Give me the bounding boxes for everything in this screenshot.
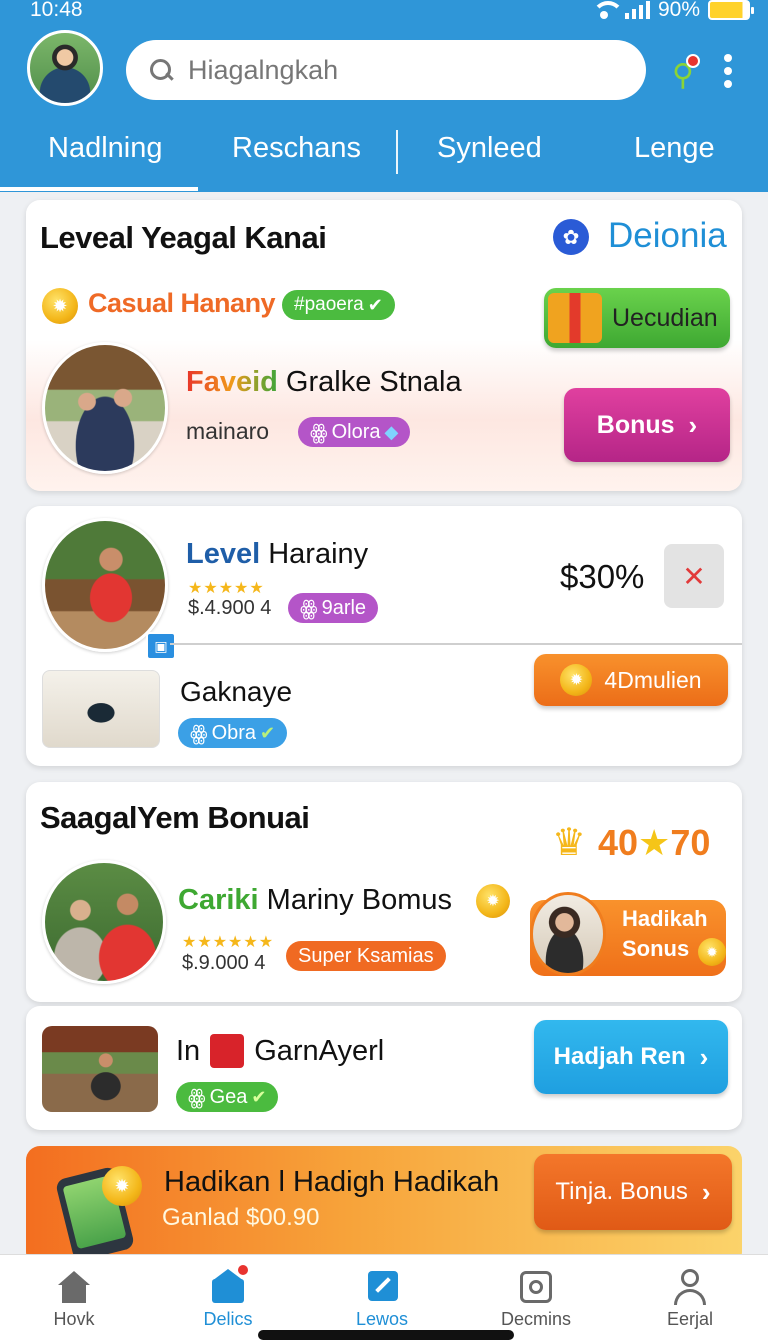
sub-thumbnail[interactable] (42, 670, 160, 748)
tab-synleed[interactable]: Synleed (437, 132, 542, 165)
hadjah-button[interactable]: Hadjah Ren › (534, 1020, 728, 1094)
banner-bonus-button[interactable]: Tinja. Bonus › (534, 1154, 732, 1230)
search-icon (148, 57, 174, 83)
tab-divider (396, 130, 398, 174)
card-title[interactable]: Level Harainy (186, 538, 368, 571)
verified-badge-icon: ▣ (146, 632, 176, 660)
trophy-icon: ♛ (552, 822, 587, 864)
rating-value: $.4.900 4 (188, 597, 272, 619)
promo-photo[interactable] (42, 860, 166, 984)
sub-title[interactable]: Gaknaye (180, 676, 292, 708)
link-icon: ꙮ (310, 421, 328, 444)
chevron-right-icon: › (688, 409, 698, 440)
level-card: Leveal Yeagal Kanai ✿ Deionia ✹ Casual H… (26, 200, 742, 491)
home-indicator (258, 1330, 514, 1340)
chevron-right-icon: › (699, 1041, 709, 1072)
coin-icon: ✹ (102, 1166, 142, 1206)
send-icon (364, 1269, 400, 1305)
harainy-card: ▣ Level Harainy ★★★★★ $.4.900 4 ꙮ 9arle $… (26, 506, 742, 766)
signal-icon (624, 1, 650, 19)
promo-tag: Super Ksamias (286, 941, 446, 971)
tab-nadlning[interactable]: Nadlning (0, 132, 200, 191)
casual-tag: #paoera ✔ (282, 290, 395, 320)
banner-subtitle: Ganlad $00.90 (162, 1204, 320, 1231)
store-icon (210, 1265, 248, 1305)
dismiss-button[interactable]: ✕ (664, 544, 724, 608)
status-bar: 10:48 90% (0, 0, 768, 22)
search-bar[interactable] (126, 40, 646, 100)
rating-stars: ★★★★★★ (182, 934, 275, 951)
score-display: 40★70 (598, 822, 711, 863)
nav-home[interactable]: Hovk (14, 1265, 134, 1330)
promo-button[interactable]: Hadikah Sonus ✹ (530, 892, 726, 976)
percent-value: $30% (560, 558, 645, 595)
game-tag: ꙮ Olora ◆ (298, 417, 411, 447)
game-title[interactable]: Cariki Mariny Bomus (178, 884, 452, 917)
bonus-button[interactable]: Bonus › (564, 388, 730, 462)
status-time: 10:48 (30, 0, 83, 21)
battery-icon (708, 0, 754, 20)
nav-eerjal[interactable]: Eerjal (630, 1265, 750, 1330)
item-title[interactable]: In GarnAyerl (176, 1034, 384, 1068)
tab-lenge[interactable]: Lenge (634, 132, 715, 165)
coin-stack-icon: ✹ (560, 664, 593, 696)
check-icon: ✔ (367, 294, 383, 315)
home-icon (56, 1269, 92, 1305)
game-thumbnail[interactable] (42, 342, 168, 474)
profile-icon (672, 1269, 708, 1305)
wifi-icon (591, 1, 624, 19)
divider (170, 643, 742, 645)
user-avatar[interactable] (27, 30, 103, 106)
garnayerl-card: In GarnAyerl ꙮ Gea ✔ Hadjah Ren › (26, 1006, 742, 1130)
tab-reschans[interactable]: Reschans (232, 132, 361, 165)
rating-stars: ★★★★★ (188, 580, 265, 597)
bonus-section-card: SaagalYem Bonuai ♛ 40★70 Cariki Mariny B… (26, 782, 742, 1002)
game-title[interactable]: Faveid Gralke Stnala (186, 366, 462, 399)
corner-label[interactable]: Deionia (608, 216, 727, 256)
sub-tag: ꙮ Obra ✔ (178, 718, 288, 748)
item-tag: ꙮ Gea ✔ (176, 1082, 279, 1112)
card-title: Leveal Yeagal Kanai (40, 220, 327, 255)
gift-box-icon (210, 1034, 245, 1068)
status-indicators: 90% (591, 0, 754, 22)
nav-lewos[interactable]: Lewos (322, 1265, 442, 1330)
banner-title: Hadikan l Hadigh Hadikah (164, 1166, 500, 1198)
coin-icon: ✹ (42, 288, 78, 324)
casual-label: Casual Hanany (88, 288, 276, 318)
promo-avatar (530, 892, 606, 976)
coin-icon: ✹ (698, 938, 726, 966)
promo-banner[interactable]: ✹ Hadikan l Hadigh Hadikah Ganlad $00.90… (26, 1146, 742, 1266)
app-header: 10:48 90% ⚲ Nadlning Reschans Synleed Le… (0, 0, 768, 192)
corner-badge-icon: ✿ (553, 219, 589, 255)
top-tabs: Nadlning Reschans Synleed Lenge (0, 118, 768, 192)
settings-icon (518, 1269, 554, 1305)
coin-icon: ✹ (476, 884, 510, 918)
notification-icon[interactable]: ⚲ (668, 52, 704, 92)
gift-button[interactable]: Uecudian (544, 288, 730, 348)
rating-value: $.9.000 4 (182, 952, 266, 974)
game-subtitle: mainaro (186, 418, 270, 444)
gift-icon (548, 293, 602, 343)
player-tag: ꙮ 9arle (288, 593, 379, 623)
more-menu-icon[interactable] (721, 54, 735, 88)
search-input[interactable] (188, 54, 608, 86)
battery-percent: 90% (657, 0, 700, 21)
nav-delics[interactable]: Delics (168, 1265, 288, 1330)
nav-decmins[interactable]: Decmins (476, 1265, 596, 1330)
restaurant-thumbnail[interactable] (42, 1026, 158, 1112)
section-title: SaagalYem Bonuai (40, 800, 310, 835)
reward-button[interactable]: ✹ 4Dmulien (534, 654, 728, 706)
chevron-right-icon: › (701, 1176, 711, 1207)
